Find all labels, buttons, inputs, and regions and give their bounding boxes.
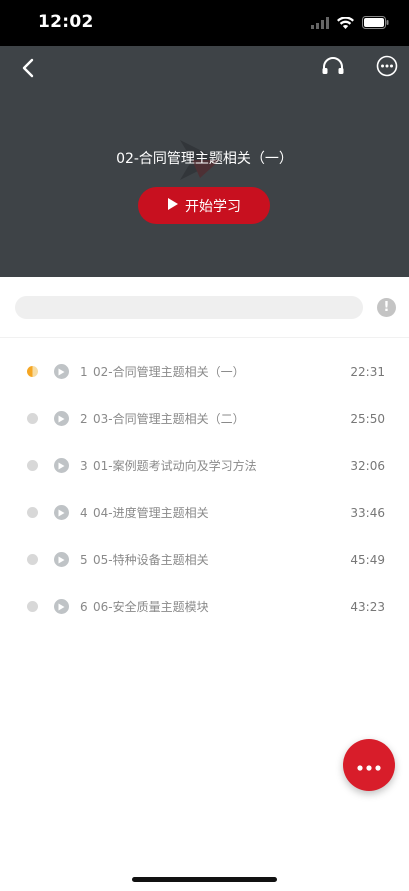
lesson-number: 6 — [80, 599, 88, 614]
lesson-item[interactable]: 4 04-进度管理主题相关 33:46 — [0, 489, 409, 536]
lesson-number: 1 — [80, 364, 88, 379]
status-time: 12:02 — [38, 12, 94, 32]
play-icon — [54, 552, 69, 567]
wifi-icon — [337, 14, 354, 33]
lesson-item[interactable]: 6 06-安全质量主题模块 43:23 — [0, 583, 409, 630]
lesson-status-dot — [27, 601, 38, 612]
lesson-status-dot — [27, 413, 38, 424]
more-circle-icon — [376, 55, 398, 81]
lesson-status-dot — [27, 366, 38, 377]
lesson-number: 5 — [80, 552, 88, 567]
lesson-title: 03-合同管理主题相关（二） — [93, 412, 245, 426]
lesson-number: 3 — [80, 458, 88, 473]
lesson-duration: 43:23 — [350, 599, 385, 614]
course-title: 02-合同管理主题相关（一） — [116, 151, 293, 167]
audio-button[interactable] — [319, 54, 347, 82]
play-icon — [54, 411, 69, 426]
lesson-duration: 22:31 — [350, 364, 385, 379]
play-icon — [54, 458, 69, 473]
lesson-number: 2 — [80, 411, 88, 426]
more-button[interactable] — [373, 54, 401, 82]
lesson-title: 06-安全质量主题模块 — [93, 600, 209, 614]
lesson-duration: 25:50 — [350, 411, 385, 426]
course-header: 02-合同管理主题相关（一） 开始学习 — [0, 46, 409, 277]
lesson-list: 1 02-合同管理主题相关（一） 22:31 2 03-合同管理主题相关（二） … — [0, 348, 409, 630]
lesson-number: 4 — [80, 505, 88, 520]
info-icon[interactable]: ! — [377, 298, 396, 317]
lesson-duration: 45:49 — [350, 552, 385, 567]
back-button[interactable] — [14, 56, 42, 84]
ellipsis-icon — [356, 756, 382, 775]
headphones-icon — [321, 56, 345, 80]
divider — [0, 337, 409, 338]
play-icon — [167, 197, 179, 215]
lesson-status-dot — [27, 460, 38, 471]
lesson-title: 02-合同管理主题相关（一） — [93, 365, 245, 379]
lesson-status-dot — [27, 507, 38, 518]
lesson-status-dot — [27, 554, 38, 565]
course-progress: ! — [15, 296, 396, 320]
play-icon — [54, 505, 69, 520]
status-bar: 12:02 — [0, 0, 409, 46]
lesson-title: 05-特种设备主题相关 — [93, 553, 209, 567]
battery-icon — [362, 14, 389, 33]
lesson-title: 01-案例题考试动向及学习方法 — [93, 459, 257, 473]
lesson-duration: 32:06 — [350, 458, 385, 473]
home-indicator — [132, 877, 277, 882]
start-learning-label: 开始学习 — [185, 198, 241, 215]
status-icons — [311, 14, 389, 33]
progress-bar — [15, 296, 363, 319]
lesson-duration: 33:46 — [350, 505, 385, 520]
chevron-left-icon — [21, 58, 35, 82]
play-icon — [54, 599, 69, 614]
more-actions-fab[interactable] — [343, 739, 395, 791]
lesson-item[interactable]: 1 02-合同管理主题相关（一） 22:31 — [0, 348, 409, 395]
lesson-title: 04-进度管理主题相关 — [93, 506, 209, 520]
start-learning-button[interactable]: 开始学习 — [138, 187, 270, 224]
signal-icon — [311, 14, 329, 33]
lesson-item[interactable]: 3 01-案例题考试动向及学习方法 32:06 — [0, 442, 409, 489]
play-icon — [54, 364, 69, 379]
lesson-item[interactable]: 2 03-合同管理主题相关（二） 25:50 — [0, 395, 409, 442]
lesson-item[interactable]: 5 05-特种设备主题相关 45:49 — [0, 536, 409, 583]
